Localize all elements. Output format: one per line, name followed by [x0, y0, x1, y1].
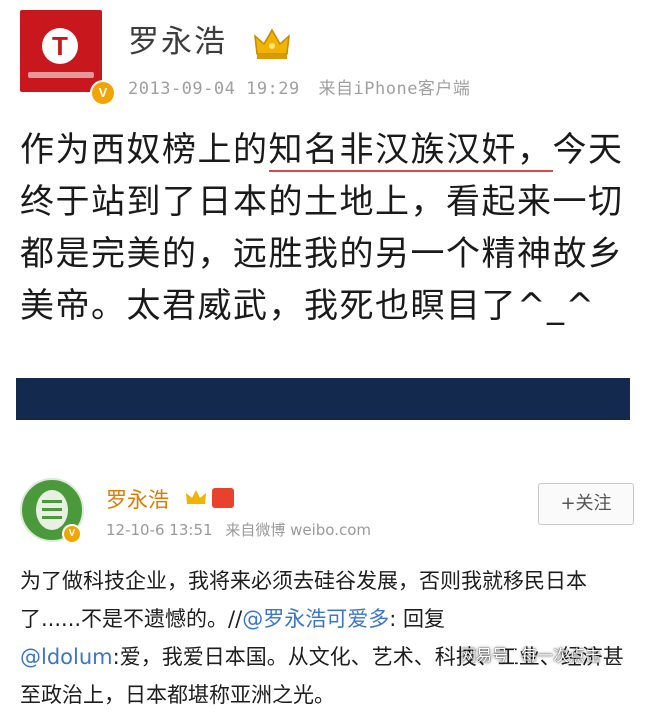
watermark-brand: 网易号 [460, 646, 509, 665]
post-meta: 2013-09-04 19:29 来自iPhone客户端 [128, 74, 470, 99]
crown-icon [186, 490, 206, 504]
avatar-figure [36, 490, 68, 530]
avatar-logo: T [42, 28, 78, 64]
post-meta: 12-10-6 13:51 来自微博 weibo.com [106, 519, 371, 540]
post-card-1: T V 罗永浩 2013-09-04 19:29 来自iPhone客户端 作为西… [0, 0, 646, 378]
post-source: 来自微博 weibo.com [225, 521, 371, 539]
avatar-decoration [28, 72, 94, 78]
post-timestamp[interactable]: 2013-09-04 19:29 [128, 79, 300, 99]
crown-icon [254, 28, 290, 59]
watermark-separator [514, 648, 516, 665]
username[interactable]: 罗永浩 [106, 484, 169, 514]
avatar-stripe [42, 500, 62, 503]
mention-link[interactable]: @ldolum [20, 645, 113, 669]
post-text: 作为西奴榜上的知名非汉族汉奸，今天终于站到了日本的土地上，看起来一切都是完美的，… [20, 124, 630, 332]
post-text-underlined: 知名非汉族汉奸， [268, 130, 553, 172]
avatar-stripe [42, 516, 62, 519]
post-timestamp[interactable]: 12-10-6 13:51 [106, 521, 213, 539]
watermark-tagline: 每一次点击 [521, 646, 602, 665]
mention-link[interactable]: @罗永浩可爱多 [242, 607, 389, 631]
avatar-stripe [42, 508, 62, 511]
avatar[interactable]: T [20, 10, 102, 92]
post-text-part: 作为西奴榜上的 [20, 130, 269, 170]
verified-icon: V [90, 80, 116, 106]
member-icon [212, 488, 234, 508]
verified-icon: V [62, 524, 82, 544]
follow-button[interactable]: +关注 [538, 483, 634, 525]
post-source: 来自iPhone客户端 [318, 79, 471, 99]
username[interactable]: 罗永浩 [128, 16, 227, 61]
post-text-part: : 回复 [389, 607, 445, 631]
divider-bar [16, 378, 630, 420]
watermark: 网易号 每一次点击 [460, 631, 646, 681]
